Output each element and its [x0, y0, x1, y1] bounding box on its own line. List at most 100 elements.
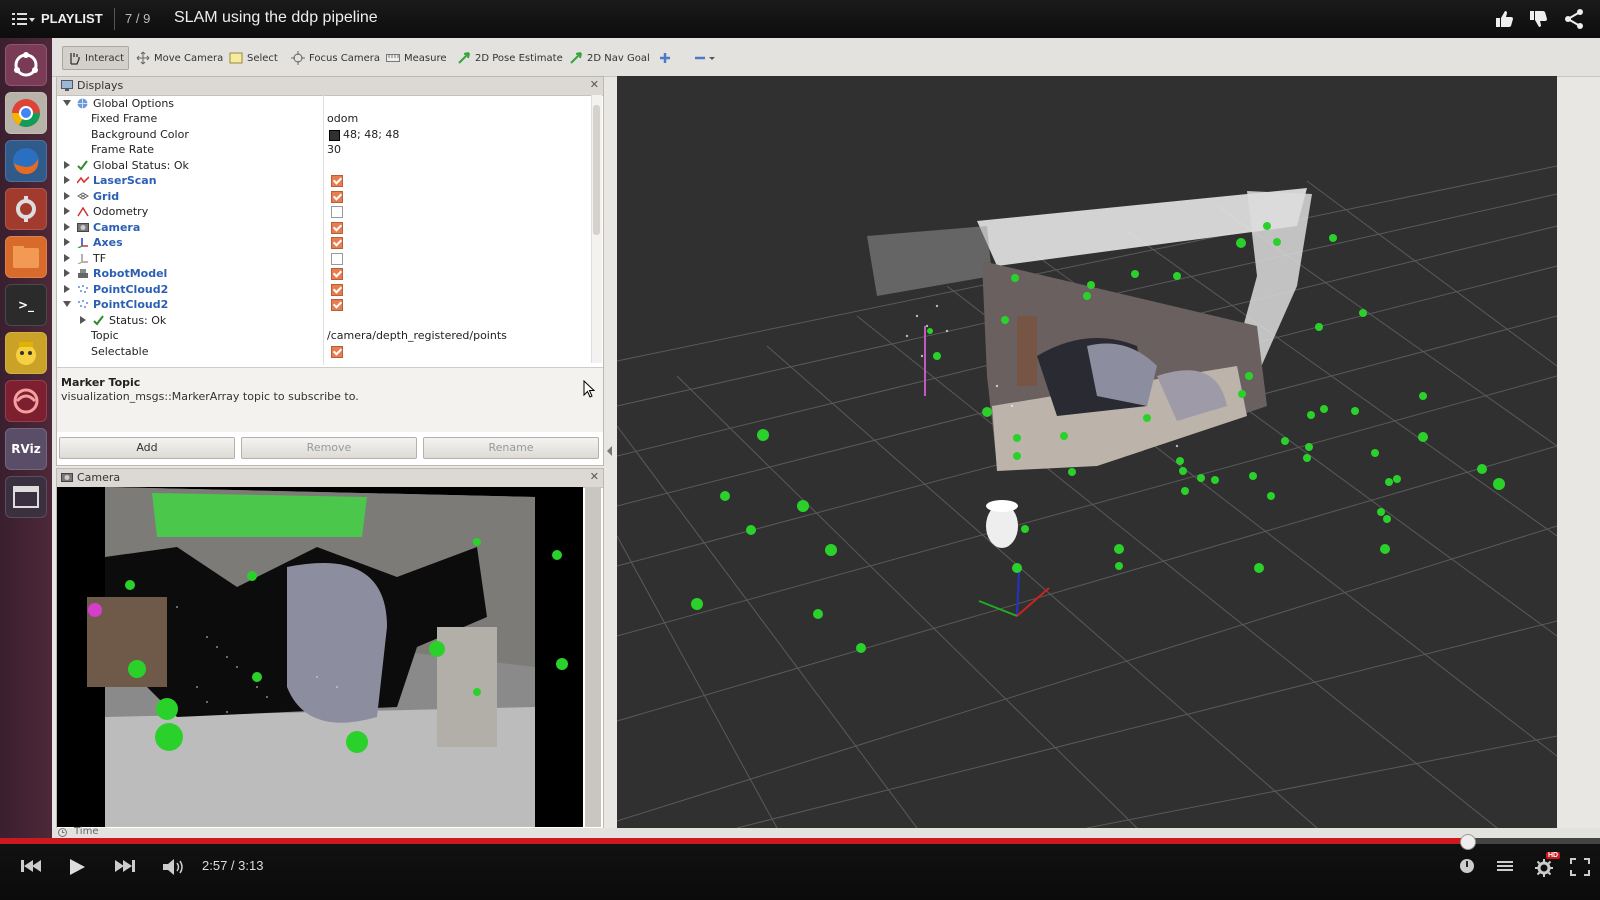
- displays-panel: Displays ✕ Global Options Fixed Frame od…: [56, 76, 604, 466]
- mouse-cursor-icon: [583, 380, 595, 398]
- chrome-icon[interactable]: [5, 92, 47, 134]
- enabled-checkbox[interactable]: [331, 268, 343, 280]
- collapsed-arrow-icon[interactable]: [63, 238, 71, 246]
- rename-button[interactable]: Rename: [423, 437, 599, 459]
- time-panel: Time: [52, 826, 1600, 838]
- playlist-label[interactable]: PLAYLIST: [41, 11, 103, 26]
- progress-bar[interactable]: [0, 834, 1600, 850]
- tree-scrollbar[interactable]: [591, 95, 602, 363]
- add-button[interactable]: Add: [59, 437, 235, 459]
- remove-button[interactable]: Remove: [241, 437, 417, 459]
- selectable-checkbox[interactable]: [331, 346, 343, 358]
- play-icon[interactable]: [68, 858, 86, 876]
- move-icon: [136, 51, 150, 65]
- collapsed-arrow-icon[interactable]: [79, 316, 87, 324]
- add-tool-button[interactable]: [655, 47, 675, 69]
- background-color-label: Background Color: [91, 128, 189, 141]
- next-icon[interactable]: [114, 858, 136, 874]
- gazebo-icon[interactable]: [5, 380, 47, 422]
- progress-scrubber[interactable]: [1460, 834, 1477, 850]
- video-title[interactable]: SLAM using the ddp pipeline: [174, 9, 378, 27]
- camera-image-view[interactable]: [57, 487, 583, 827]
- settings-gear-icon[interactable]: [1534, 858, 1554, 878]
- enabled-checkbox[interactable]: [331, 206, 343, 218]
- camera-icon: [77, 223, 89, 232]
- expand-arrow-icon[interactable]: [63, 99, 71, 107]
- ubuntu-dash-icon[interactable]: [5, 44, 47, 86]
- displays-panel-header: Displays ✕: [57, 77, 603, 96]
- rviz-icon[interactable]: RViz: [5, 428, 47, 470]
- move-camera-button[interactable]: Move Camera: [132, 47, 227, 69]
- collapsed-arrow-icon[interactable]: [63, 285, 71, 293]
- collapsed-arrow-icon[interactable]: [63, 223, 71, 231]
- splitter-collapse-icon[interactable]: [607, 446, 613, 456]
- collapsed-arrow-icon[interactable]: [63, 254, 71, 262]
- frame-rate-label: Frame Rate: [91, 143, 154, 156]
- enabled-checkbox[interactable]: [331, 191, 343, 203]
- enabled-checkbox[interactable]: [331, 253, 343, 265]
- color-swatch[interactable]: [329, 130, 340, 141]
- column-divider[interactable]: [323, 95, 324, 365]
- annotations-icon[interactable]: [1459, 858, 1475, 874]
- playlist-queue-icon[interactable]: [1496, 858, 1514, 874]
- firefox-icon[interactable]: [5, 140, 47, 182]
- select-tool-button[interactable]: Select: [225, 47, 282, 69]
- playlist-position: 7 / 9: [125, 11, 151, 26]
- close-icon[interactable]: ✕: [590, 78, 599, 91]
- display-item-label: PointCloud2: [93, 298, 169, 311]
- collapsed-arrow-icon[interactable]: [63, 207, 71, 215]
- select-label: Select: [247, 52, 278, 64]
- window-icon[interactable]: [5, 476, 47, 518]
- fixed-frame-value[interactable]: odom: [327, 112, 358, 125]
- measure-tool-button[interactable]: Measure: [382, 47, 451, 69]
- enabled-checkbox[interactable]: [331, 299, 343, 311]
- interact-tool-button[interactable]: Interact: [62, 46, 130, 70]
- dislike-icon[interactable]: [1527, 8, 1549, 30]
- system-settings-icon[interactable]: [5, 188, 47, 230]
- collapsed-arrow-icon[interactable]: [63, 161, 71, 169]
- share-icon[interactable]: [1563, 8, 1585, 30]
- collapsed-arrow-icon[interactable]: [63, 192, 71, 200]
- grid-icon: [77, 192, 89, 200]
- enabled-checkbox[interactable]: [331, 222, 343, 234]
- 3d-render-view[interactable]: [617, 76, 1557, 828]
- fullscreen-icon[interactable]: [1570, 858, 1590, 876]
- volume-icon[interactable]: [162, 858, 186, 876]
- previous-icon[interactable]: [20, 858, 42, 874]
- display-item-label: PointCloud2: [93, 283, 169, 296]
- odometry-icon: [77, 206, 89, 217]
- like-icon[interactable]: [1493, 8, 1515, 30]
- files-icon[interactable]: [5, 236, 47, 278]
- nav-goal-button[interactable]: 2D Nav Goal: [565, 47, 654, 69]
- close-icon[interactable]: ✕: [590, 470, 599, 483]
- laserscan-icon: [77, 176, 89, 184]
- video-controls: 2:57 / 3:13 HD: [0, 834, 1600, 900]
- nav-goal-label: 2D Nav Goal: [587, 52, 650, 64]
- focus-camera-button[interactable]: Focus Camera: [287, 47, 384, 69]
- enabled-checkbox[interactable]: [331, 237, 343, 249]
- expand-arrow-icon[interactable]: [63, 300, 71, 308]
- enabled-checkbox[interactable]: [331, 175, 343, 187]
- camera-panel: Camera ✕: [56, 468, 604, 840]
- collapsed-arrow-icon[interactable]: [63, 176, 71, 184]
- pointcloud-icon: [78, 300, 88, 308]
- rviz-label: RViz: [11, 442, 41, 456]
- pose-estimate-button[interactable]: 2D Pose Estimate: [453, 47, 567, 69]
- video-time: 2:57 / 3:13: [202, 858, 264, 873]
- terminal-icon[interactable]: >_: [5, 284, 47, 326]
- playlist-icon[interactable]: [10, 9, 36, 29]
- rviz-toolbar: Interact Move Camera Select Focus Camera…: [52, 38, 1600, 77]
- topic-value[interactable]: /camera/depth_registered/points: [327, 329, 507, 342]
- enabled-checkbox[interactable]: [331, 284, 343, 296]
- display-item-label: RobotModel: [93, 267, 168, 280]
- rviz-window: Interact Move Camera Select Focus Camera…: [52, 38, 1600, 840]
- robot-app-icon[interactable]: [5, 332, 47, 374]
- background-color-value[interactable]: 48; 48; 48: [343, 128, 399, 141]
- remove-tool-button[interactable]: [690, 47, 720, 69]
- display-item-label: Odometry: [93, 205, 149, 218]
- scrollbar-thumb[interactable]: [593, 105, 600, 235]
- frame-rate-value[interactable]: 30: [327, 143, 341, 156]
- progress-played: [0, 838, 1468, 844]
- display-item-label: Grid: [93, 190, 120, 203]
- collapsed-arrow-icon[interactable]: [63, 269, 71, 277]
